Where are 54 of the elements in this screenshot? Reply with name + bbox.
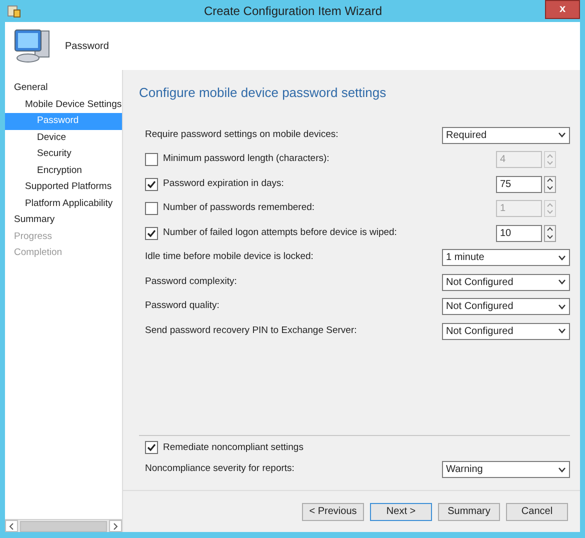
setting-label: Number of passwords remembered: (163, 201, 315, 216)
nav-item[interactable]: General (5, 80, 122, 96)
chevron-down-icon (558, 328, 566, 334)
checkmark-icon (147, 443, 156, 452)
setting-label: Remediate noncompliant settings (163, 440, 304, 455)
page-title: Password (65, 40, 109, 54)
checkmark-icon (147, 180, 156, 188)
spinner-buttons[interactable] (544, 176, 556, 192)
setting-label: Send password recovery PIN to Exchange Server: (145, 324, 357, 338)
close-button[interactable]: x (545, 0, 580, 19)
setting-label: Password quality: (145, 299, 220, 314)
checkbox[interactable] (145, 153, 158, 166)
section-heading: Configure mobile device password settings (139, 84, 388, 102)
setting-label: Noncompliance severity for reports: (145, 462, 294, 476)
dropdown[interactable]: Not Configured (442, 322, 570, 340)
checkbox[interactable] (145, 178, 158, 190)
wizard-button[interactable]: Cancel (506, 502, 568, 520)
checkbox[interactable] (145, 226, 158, 240)
nav-item[interactable]: Platform Applicability (5, 196, 122, 212)
horizontal-scrollbar[interactable] (5, 519, 122, 532)
dropdown[interactable]: 1 minute (442, 249, 570, 266)
app-icon (7, 4, 21, 18)
setting-label: Minimum password length (characters): (163, 152, 330, 166)
wizard-button[interactable]: Summary (438, 502, 500, 520)
number-field[interactable]: 10 (496, 224, 542, 242)
checkbox[interactable] (145, 441, 158, 454)
chevron-down-icon (558, 466, 566, 472)
chevron-down-icon (558, 279, 566, 285)
window-title: Create Configuration Item Wizard (204, 3, 382, 20)
chevron-down-icon (558, 304, 566, 310)
nav-item[interactable]: Mobile Device Settings (5, 96, 122, 113)
chevron-down-icon (558, 254, 566, 260)
number-field[interactable]: 75 (496, 176, 542, 192)
wizard-button[interactable]: < Previous (302, 502, 364, 520)
setting-label: Password expiration in days: (163, 176, 284, 191)
nav-item[interactable]: Summary (5, 212, 122, 228)
nav-item[interactable]: Encryption (5, 162, 122, 179)
dropdown[interactable]: Required (442, 126, 570, 144)
nav-item[interactable]: Supported Platforms (5, 179, 122, 196)
nav-item[interactable]: Device (5, 130, 122, 146)
scroll-thumb[interactable] (20, 520, 107, 532)
checkbox[interactable] (145, 202, 158, 215)
setting-label: Password complexity: (145, 274, 237, 289)
setting-label: Require password settings on mobile devices: (145, 128, 338, 142)
dropdown[interactable]: Not Configured (442, 274, 570, 290)
checkmark-icon (147, 228, 156, 238)
dropdown[interactable]: Not Configured (442, 298, 570, 315)
spinner-buttons[interactable] (544, 224, 556, 242)
nav-item[interactable]: Security (5, 146, 122, 162)
wizard-button[interactable]: Next > (370, 502, 432, 520)
dropdown[interactable]: Warning (442, 461, 570, 478)
chevron-down-icon (558, 132, 566, 138)
setting-label: Number of failed logon attempts before device is wiped: (163, 226, 397, 240)
setting-label: Idle time before mobile device is locked: (145, 250, 314, 264)
